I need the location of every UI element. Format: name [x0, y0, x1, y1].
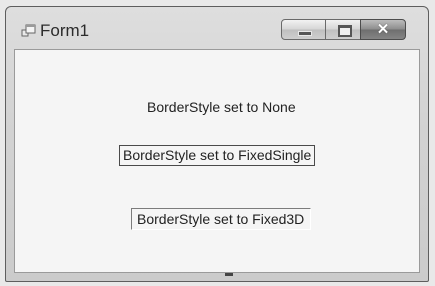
- label-borderstyle-fixedsingle: BorderStyle set to FixedSingle: [119, 145, 316, 166]
- minimize-button[interactable]: [281, 19, 326, 40]
- minimize-icon: [298, 31, 312, 36]
- label-borderstyle-fixed3d: BorderStyle set to Fixed3D: [131, 208, 312, 230]
- window-title: Form1: [40, 21, 90, 40]
- form-window-icon[interactable]: [21, 24, 37, 38]
- resize-grip-mark: [225, 273, 233, 276]
- maximize-button[interactable]: [325, 19, 361, 40]
- close-button[interactable]: ✕: [360, 19, 406, 40]
- label-borderstyle-none: BorderStyle set to None: [147, 99, 296, 115]
- close-icon: ✕: [376, 21, 390, 38]
- maximize-icon: [338, 25, 352, 37]
- form-client-area: BorderStyle set to None BorderStyle set …: [14, 49, 420, 276]
- form-window: Form1 ✕ BorderStyle set to None BorderSt…: [5, 6, 429, 282]
- title-bar[interactable]: Form1 ✕: [6, 7, 428, 49]
